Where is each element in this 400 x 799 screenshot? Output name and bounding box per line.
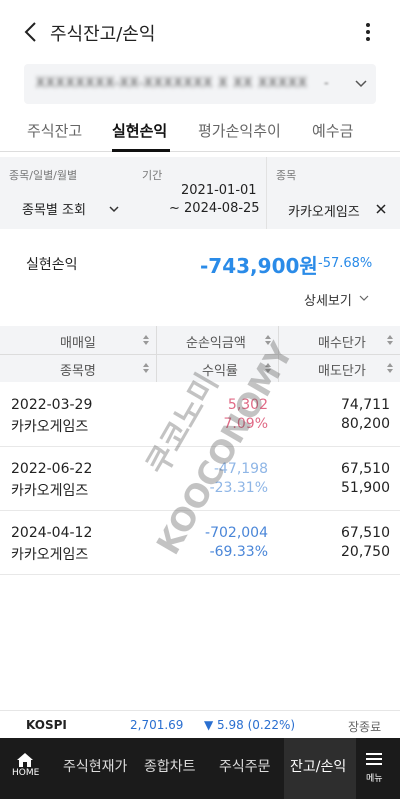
row-profit-rate: 7.09%	[223, 416, 268, 432]
period-start[interactable]: 2021-01-01	[181, 183, 257, 198]
ticker-index-change: ▼ 5.98 (0.22%)	[204, 718, 296, 732]
header-sell-price[interactable]: 매도단가	[318, 360, 366, 379]
table-row[interactable]: 2024-04-12 카카오게임즈 -702,004 -69.33% 67,51…	[0, 511, 400, 575]
table-header: 매매일 순손익금액 매수단가 종목명 수익률 매도단가	[0, 326, 400, 382]
sort-icon[interactable]	[142, 362, 150, 374]
realized-profit-rate: -57.68%	[318, 256, 373, 271]
tab-valuation-trend[interactable]: 평가손익추이	[198, 120, 281, 141]
nav-chart[interactable]: 종합차트	[144, 756, 196, 776]
nav-menu-button[interactable]	[364, 750, 384, 790]
filter-period-label: 기간	[142, 169, 163, 182]
tab-deposit[interactable]: 예수금	[312, 120, 353, 141]
row-net-profit: -47,198	[213, 461, 268, 477]
row-buy-price: 67,510	[341, 525, 390, 541]
row-profit-rate: -69.33%	[209, 544, 268, 560]
header-trade-date[interactable]: 매매일	[60, 332, 96, 351]
active-tab-indicator	[112, 149, 170, 152]
bottom-navigation: HOME 주식현재가 종합차트 주식주문 잔고/손익 메뉴	[0, 738, 400, 799]
account-number: XXXXXXXX-XX-XXXXXXX X XX XXXXX	[36, 76, 308, 91]
account-selector[interactable]: XXXXXXXX-XX-XXXXXXX X XX XXXXX -	[24, 64, 376, 104]
header-stock-name[interactable]: 종목명	[60, 360, 96, 379]
header-net-profit[interactable]: 순손익금액	[186, 332, 246, 351]
stock-name-value[interactable]: 카카오게임즈	[288, 201, 360, 220]
nav-balance-profit[interactable]: 잔고/손익	[290, 756, 346, 776]
row-sell-price: 20,750	[341, 544, 390, 560]
realized-profit-value: -743,900원	[200, 254, 318, 278]
row-sell-price: 51,900	[341, 480, 390, 496]
table-row[interactable]: 2022-06-22 카카오게임즈 -47,198 -23.31% 67,510…	[0, 447, 400, 511]
row-net-profit: -702,004	[205, 525, 268, 541]
tab-realized-profit[interactable]: 실현손익	[112, 120, 167, 141]
row-stock-name: 카카오게임즈	[11, 419, 89, 435]
filter-type-select[interactable]: 종목별 조회	[22, 199, 132, 219]
market-ticker[interactable]: KOSPI 2,701.69 ▼ 5.98 (0.22%) 장종료	[0, 710, 400, 738]
ticker-index-value: 2,701.69	[130, 718, 184, 732]
sort-icon[interactable]	[386, 362, 394, 374]
period-end[interactable]: ~ 2024-08-25	[169, 201, 260, 216]
filter-divider	[266, 157, 267, 229]
row-stock-name: 카카오게임즈	[11, 483, 89, 499]
chevron-down-icon	[359, 295, 369, 301]
filter-type-label: 종목/일별/월별	[9, 169, 78, 182]
tab-bar: 주식잔고 실현손익 평가손익추이 예수금	[0, 108, 400, 152]
row-stock-name: 카카오게임즈	[11, 547, 89, 563]
tab-stock-balance[interactable]: 주식잔고	[27, 120, 82, 141]
nav-home-label: HOME	[12, 768, 40, 778]
filter-type-value: 종목별 조회	[22, 203, 86, 218]
chevron-down-icon	[109, 206, 119, 213]
table-row[interactable]: 2022-03-29 카카오게임즈 5,302 7.09% 74,711 80,…	[0, 383, 400, 447]
realized-profit-label: 실현손익	[26, 257, 78, 273]
header-profit-rate[interactable]: 수익률	[202, 360, 238, 379]
row-date: 2022-03-29	[11, 397, 93, 413]
hamburger-icon	[366, 753, 382, 765]
home-icon	[17, 753, 33, 767]
row-profit-rate: -23.31%	[209, 480, 268, 496]
row-date: 2022-06-22	[11, 461, 93, 477]
app-header: 주식잔고/손익	[0, 0, 400, 64]
filter-panel: 종목/일별/월별 종목별 조회 기간 2021-01-01 ~ 2024-08-…	[0, 157, 400, 229]
page-title: 주식잔고/손익	[50, 24, 156, 45]
chevron-down-icon	[355, 80, 367, 88]
row-buy-price: 67,510	[341, 461, 390, 477]
ticker-index-name: KOSPI	[26, 718, 67, 732]
filter-stock-label: 종목	[276, 169, 297, 182]
row-date: 2024-04-12	[11, 525, 93, 541]
back-arrow-icon[interactable]	[20, 20, 44, 44]
header-buy-price[interactable]: 매수단가	[318, 332, 366, 351]
header-divider	[0, 354, 400, 355]
row-sell-price: 80,200	[341, 416, 390, 432]
clear-icon[interactable]	[376, 204, 386, 214]
sort-icon[interactable]	[264, 334, 272, 346]
nav-stock-order[interactable]: 주식주문	[219, 756, 271, 776]
nav-menu-label: 메뉴	[366, 774, 383, 784]
detail-view-button[interactable]: 상세보기	[304, 290, 352, 309]
market-status: 장종료	[348, 720, 382, 734]
sort-icon[interactable]	[386, 334, 394, 346]
nav-stock-price[interactable]: 주식현재가	[63, 756, 127, 776]
sort-icon[interactable]	[142, 334, 150, 346]
row-net-profit: 5,302	[227, 397, 268, 413]
account-suffix: -	[324, 76, 329, 91]
more-vertical-icon[interactable]	[360, 20, 376, 44]
sort-icon[interactable]	[264, 362, 272, 374]
row-buy-price: 74,711	[341, 397, 390, 413]
